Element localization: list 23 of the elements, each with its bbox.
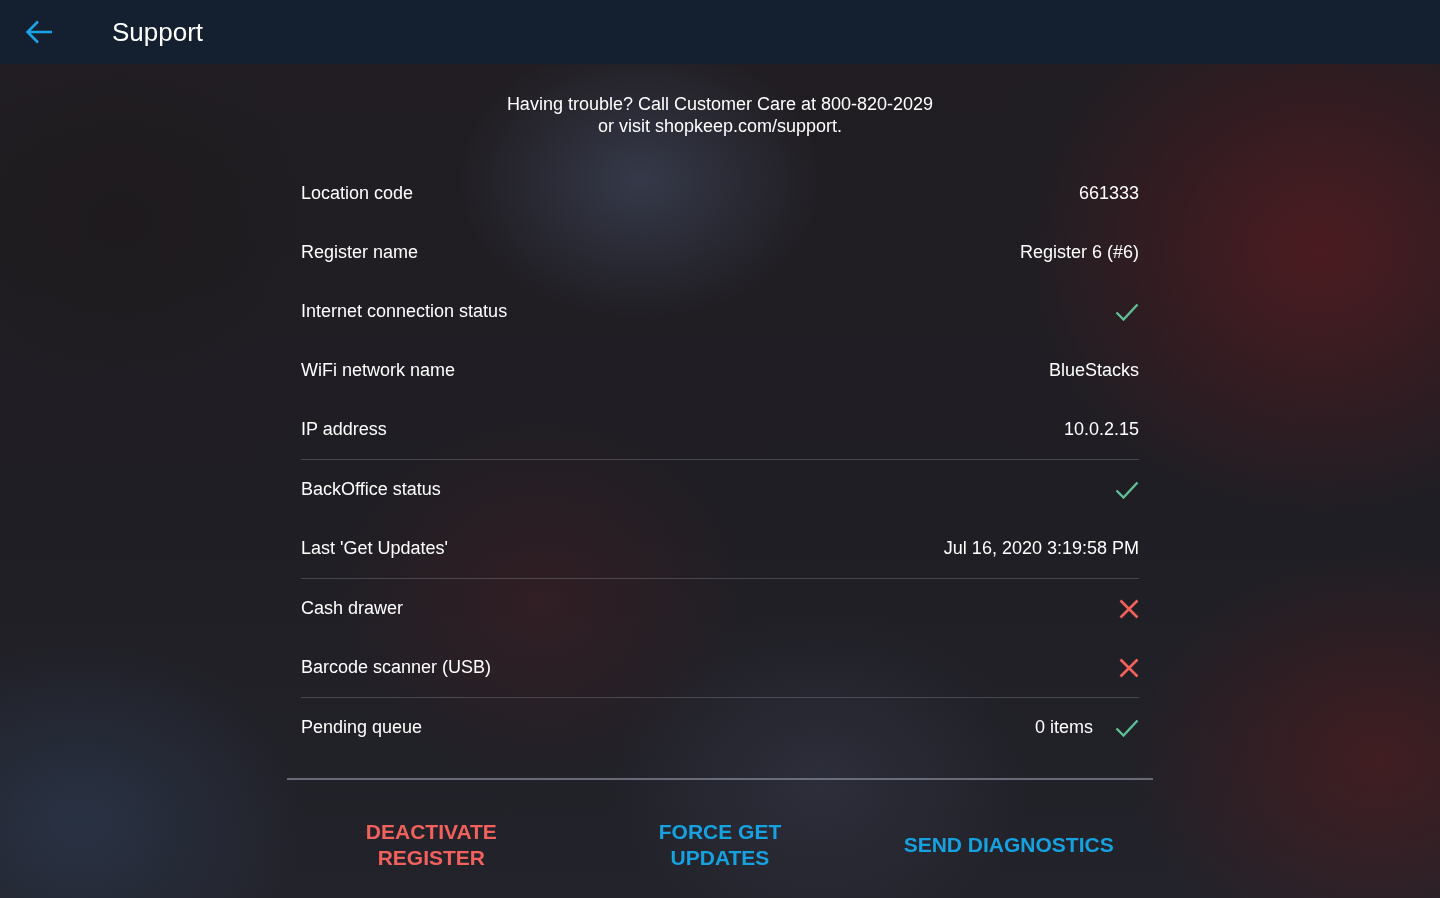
- info-label: Location code: [301, 183, 414, 204]
- support-notice: Having trouble? Call Customer Care at 800-820-2029 or visit shopkeep.com/support.: [506, 93, 934, 137]
- action-button[interactable]: FORCE GET UPDATES: [607, 813, 833, 877]
- info-label: IP address: [301, 419, 387, 440]
- back-button[interactable]: [24, 19, 54, 45]
- info-label: Pending queue: [301, 717, 423, 738]
- info-value: BlueStacks: [1048, 360, 1139, 381]
- arrow-left-icon: [25, 20, 53, 44]
- info-value: Register 6 (#6): [1019, 242, 1139, 263]
- action-button[interactable]: SEND DIAGNOSTICS: [899, 826, 1118, 864]
- info-label: BackOffice status: [301, 479, 441, 500]
- info-value: Jul 16, 2020 3:19:58 PM: [943, 538, 1139, 559]
- info-label: Barcode scanner (USB): [301, 657, 492, 678]
- info-value: 0 items: [1034, 717, 1093, 738]
- info-label: WiFi network name: [301, 360, 456, 381]
- info-value: 661333: [1078, 183, 1139, 204]
- deactivate-button[interactable]: DEACTIVATE REGISTER: [318, 813, 545, 877]
- info-label: Cash drawer: [301, 598, 404, 619]
- screen-title: Support: [112, 16, 204, 48]
- info-label: Last 'Get Updates': [301, 538, 448, 559]
- info-value: 10.0.2.15: [1063, 419, 1139, 440]
- info-label: Register name: [301, 242, 419, 263]
- info-label: Internet connection status: [301, 301, 508, 322]
